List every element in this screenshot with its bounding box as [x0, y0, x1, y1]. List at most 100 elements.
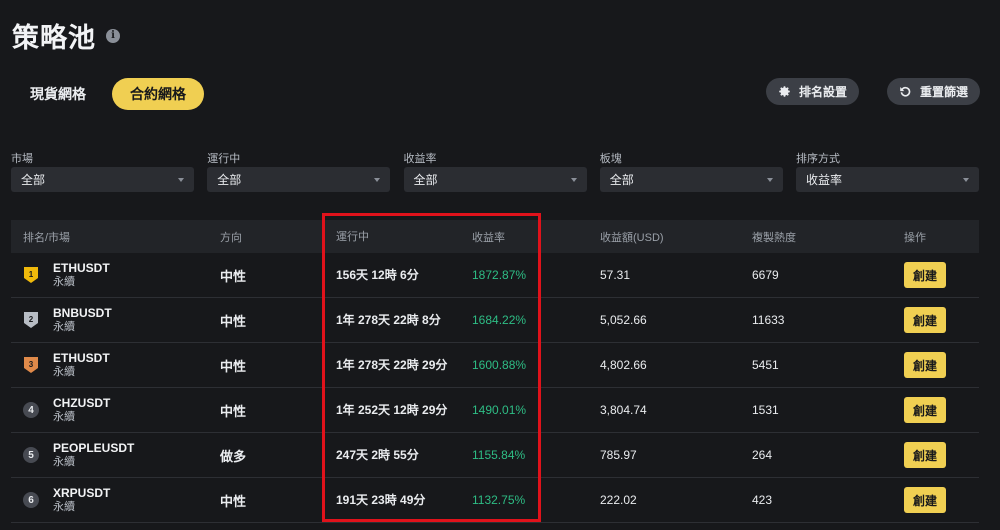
caret-down-icon — [178, 177, 184, 182]
direction-cell: 中性 — [220, 268, 247, 284]
page-title: 策略池 — [12, 23, 96, 53]
select-value: 全部 — [217, 173, 242, 187]
runtime-cell: 1年 252天 12時 29分 — [336, 403, 448, 417]
market-select[interactable]: 全部 — [11, 167, 194, 192]
select-value: 全部 — [609, 173, 634, 187]
header-runtime[interactable]: 運行中 — [322, 229, 458, 245]
table-row[interactable]: 3 ETHUSDT 永續 中性 1年 278天 22時 29分 1600.88%… — [11, 343, 979, 388]
contract-type: 永續 — [53, 411, 75, 423]
caret-down-icon — [374, 177, 381, 182]
reset-filters-label: 重置篩選 — [919, 85, 968, 99]
filter-label: 排序方式 — [796, 153, 840, 165]
top-actions: 排名設置 重置篩選 — [765, 78, 980, 105]
sort-select[interactable]: 收益率 — [796, 167, 979, 192]
roi-cell: 1684.22% — [472, 313, 527, 327]
table-row[interactable]: 1 ETHUSDT 永續 中性 156天 12時 6分 1872.87% 57.… — [11, 253, 979, 298]
contract-type: 永續 — [53, 321, 75, 333]
direction-cell: 中性 — [220, 403, 247, 419]
header-roi[interactable]: 收益率 — [458, 229, 586, 245]
market-info: ETHUSDT 永續 — [53, 261, 110, 289]
roi-cell: 1600.88% — [472, 358, 527, 372]
profit-cell: 57.31 — [600, 268, 631, 282]
profit-cell: 785.97 — [600, 448, 637, 462]
market-info: ETHUSDT 永續 — [53, 351, 110, 379]
header-rank-market[interactable]: 排名/市場 — [11, 229, 207, 245]
action-cell: 創建 — [890, 262, 979, 288]
copy-heat-cell: 6679 — [752, 268, 779, 282]
rank-badge: 6 — [23, 492, 39, 508]
filter-label: 市場 — [11, 153, 33, 165]
roi-cell: 1872.87% — [472, 268, 527, 282]
filter-bar: 市場 全部 運行中 全部 收益率 全部 板塊 全部 排序方式 收益率 — [11, 150, 979, 192]
reset-filters-button[interactable]: 重置篩選 — [886, 78, 980, 105]
rank-badge: 5 — [23, 447, 39, 463]
roi-select[interactable]: 全部 — [403, 167, 587, 192]
header-action: 操作 — [904, 231, 926, 244]
contract-type: 永續 — [53, 501, 75, 513]
rank-market-cell: 1 ETHUSDT 永續 — [11, 261, 207, 289]
market-info: PEOPLEUSDT 永續 — [53, 441, 134, 469]
action-cell: 創建 — [890, 442, 979, 468]
rank-medal-icon: 3 — [23, 356, 39, 374]
pair-name: ETHUSDT — [53, 351, 110, 365]
create-button[interactable]: 創建 — [904, 262, 946, 288]
rank-medal-icon: 1 — [23, 266, 39, 284]
rank-number: 1 — [29, 270, 34, 279]
roi-cell: 1132.75% — [472, 493, 526, 507]
title-row: 策略池 i — [12, 16, 120, 55]
info-icon[interactable]: i — [106, 28, 120, 43]
sector-select[interactable]: 全部 — [599, 167, 783, 192]
filter-market: 市場 全部 — [11, 150, 194, 192]
pair-name: BNBUSDT — [53, 306, 112, 320]
select-value: 全部 — [413, 173, 438, 187]
runtime-cell: 1年 278天 22時 8分 — [336, 313, 441, 327]
contract-type: 永續 — [53, 456, 75, 468]
rank-settings-button[interactable]: 排名設置 — [765, 78, 859, 105]
profit-cell: 3,804.74 — [600, 403, 647, 417]
rank-market-cell: 5 PEOPLEUSDT 永續 — [11, 441, 207, 469]
create-button[interactable]: 創建 — [904, 442, 946, 468]
caret-down-icon — [766, 177, 773, 182]
direction-cell: 做多 — [220, 448, 247, 464]
filter-roi: 收益率 全部 — [403, 150, 587, 192]
header-direction[interactable]: 方向 — [207, 229, 322, 245]
market-tabs: 現貨網格 合約網格 — [12, 78, 204, 110]
roi-cell: 1155.84% — [472, 448, 526, 462]
header-copy-heat[interactable]: 複製熱度 — [738, 229, 890, 245]
rank-market-cell: 6 XRPUSDT 永續 — [11, 486, 207, 514]
runtime-cell: 247天 2時 55分 — [336, 448, 419, 462]
running-select[interactable]: 全部 — [207, 167, 391, 192]
table-row[interactable]: 6 XRPUSDT 永續 中性 191天 23時 49分 1132.75% 22… — [11, 478, 979, 523]
pair-name: ETHUSDT — [53, 261, 110, 275]
tab-futures-grid[interactable]: 合約網格 — [112, 78, 204, 110]
create-button[interactable]: 創建 — [904, 487, 946, 513]
table-row[interactable]: 4 CHZUSDT 永續 中性 1年 252天 12時 29分 1490.01%… — [11, 388, 979, 433]
table-body: 1 ETHUSDT 永續 中性 156天 12時 6分 1872.87% 57.… — [11, 253, 979, 523]
table-row[interactable]: 2 BNBUSDT 永續 中性 1年 278天 22時 8分 1684.22% … — [11, 298, 979, 343]
direction-cell: 中性 — [220, 493, 247, 509]
header-profit[interactable]: 收益額(USD) — [586, 229, 738, 245]
profit-cell: 222.02 — [600, 493, 637, 507]
action-cell: 創建 — [890, 397, 979, 423]
copy-heat-cell: 264 — [752, 448, 773, 462]
create-button[interactable]: 創建 — [904, 352, 946, 378]
pair-name: XRPUSDT — [53, 486, 111, 500]
caret-down-icon — [570, 177, 577, 182]
filter-label: 板塊 — [599, 153, 622, 165]
filter-sort: 排序方式 收益率 — [796, 150, 979, 192]
create-button[interactable]: 創建 — [904, 397, 946, 423]
select-value: 收益率 — [806, 173, 843, 187]
select-value: 全部 — [21, 173, 46, 187]
create-button[interactable]: 創建 — [904, 307, 946, 333]
contract-type: 永續 — [53, 366, 75, 378]
table-row[interactable]: 5 PEOPLEUSDT 永續 做多 247天 2時 55分 1155.84% … — [11, 433, 979, 478]
market-info: XRPUSDT 永續 — [53, 486, 110, 514]
reset-icon — [900, 86, 911, 97]
rank-medal-icon: 2 — [23, 311, 39, 329]
copy-heat-cell: 11633 — [752, 313, 785, 327]
tab-spot-grid[interactable]: 現貨網格 — [12, 78, 104, 110]
rank-number: 3 — [29, 360, 34, 369]
market-info: BNBUSDT 永續 — [53, 306, 112, 334]
strategy-table: 排名/市場 方向 運行中 收益率 收益額(USD) 複製熱度 操作 1 ETHU… — [11, 220, 979, 523]
rank-settings-label: 排名設置 — [798, 85, 847, 99]
